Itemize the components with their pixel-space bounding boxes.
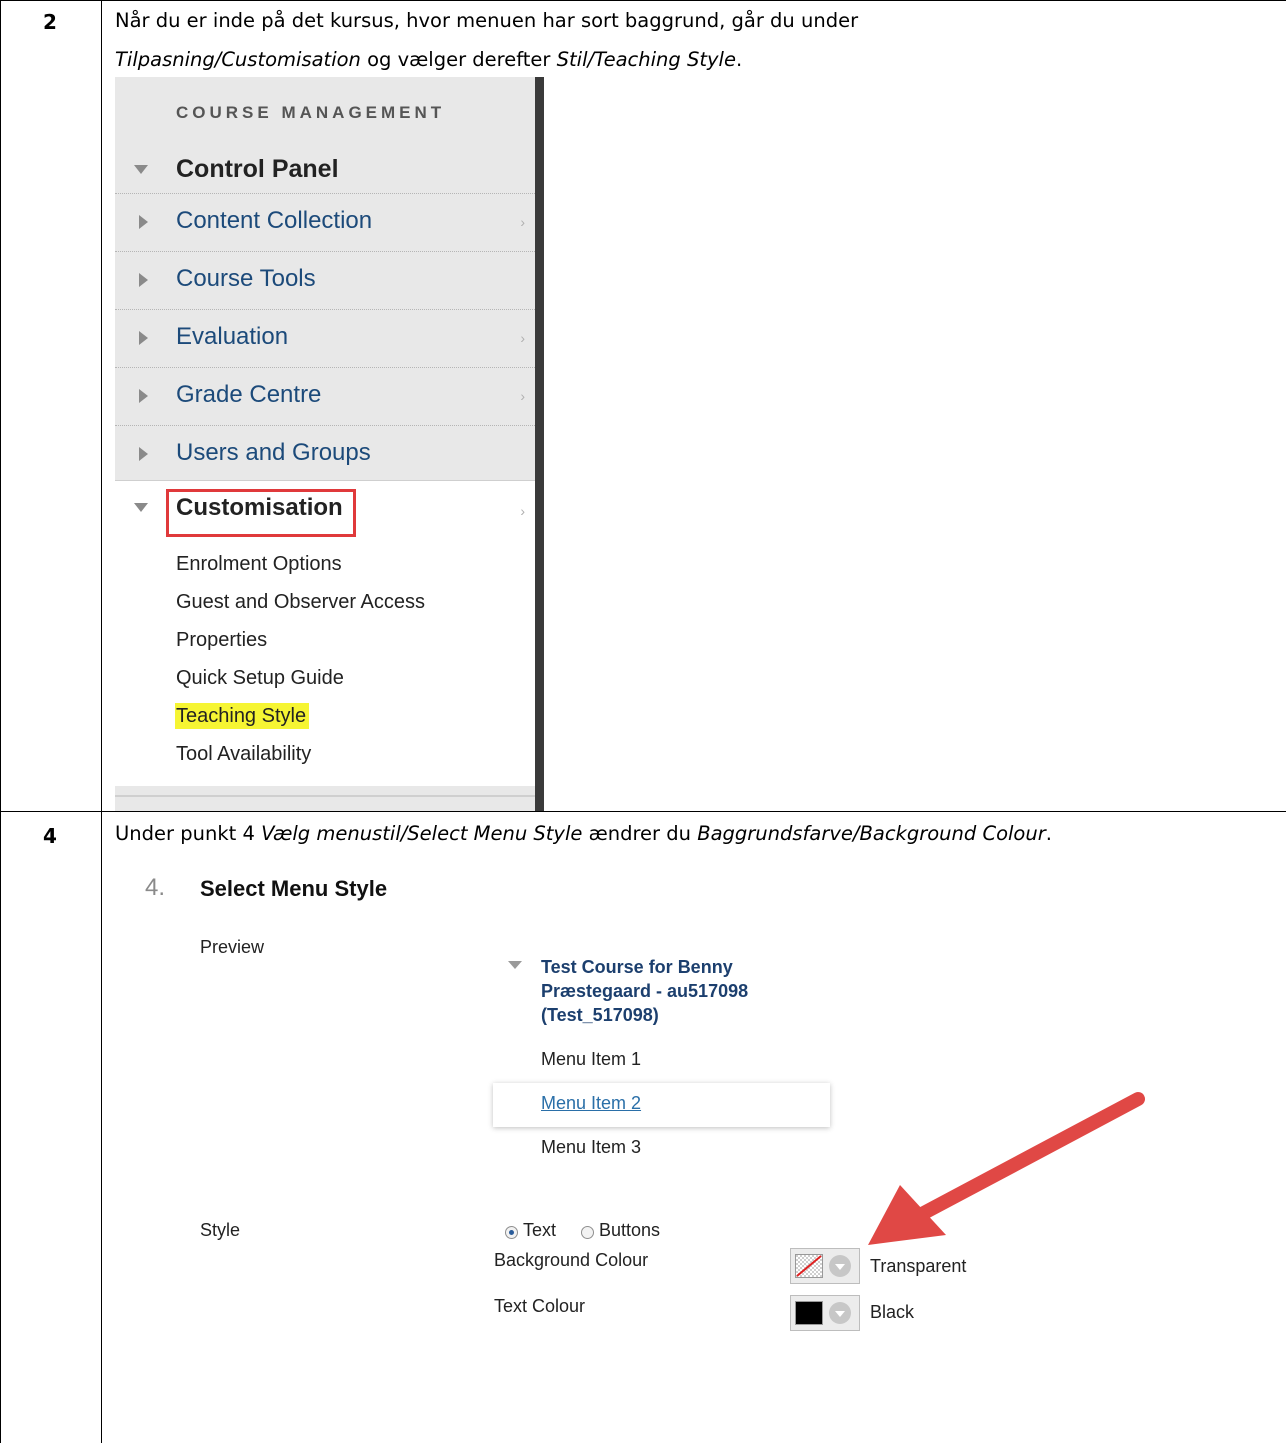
expand-triangle-icon [139,273,148,287]
radio-text-label: Text [523,1220,557,1240]
table-border-left [0,0,1,1443]
menu-item-customisation[interactable]: Customisation [176,494,343,522]
preview-course-name: Test Course for Benny Præstegaard - au51… [541,955,748,1027]
sub-item-properties[interactable]: Properties [176,627,267,653]
radio-text[interactable] [505,1226,518,1239]
chevron-right-icon: › [520,503,525,519]
text-colour-value: Black [870,1302,915,1322]
step-number: 4 [43,824,57,848]
radio-buttons-label: Buttons [599,1220,661,1240]
menu-item-label: Evaluation [176,323,289,350]
background-colour-picker[interactable] [790,1248,860,1284]
course-name-line: Test Course for Benny [541,957,733,977]
instruction-text: Under punkt 4 [115,822,262,845]
step-instruction: Under punkt 4 Vælg menustil/Select Menu … [115,819,1052,849]
instruction-italic: Vælg menustil/Select Menu Style [261,822,583,845]
collapse-triangle-icon [508,961,522,969]
instruction-text: ændrer du [582,822,698,845]
menu-item-course-tools[interactable]: Course Tools [115,251,535,309]
section-title: Select Menu Style [200,876,388,901]
transparent-pattern-icon [796,1255,822,1277]
style-label: Style [200,1220,241,1240]
menu-item-evaluation[interactable]: Evaluation › [115,309,535,367]
expand-triangle-icon [139,215,148,229]
menu-item-label: Grade Centre [176,381,322,408]
menu-item-content-collection[interactable]: Content Collection › [115,193,535,251]
chevron-down-icon [829,1255,851,1277]
expand-triangle-icon [139,389,148,403]
instruction-text: og vælger derefter [360,48,557,71]
sub-item-teaching-style[interactable]: Teaching Style [175,703,310,729]
instruction-italic: Baggrundsfarve/Background Colour [697,822,1046,845]
chevron-right-icon: › [520,214,525,230]
collapse-triangle-icon [134,503,148,512]
course-management-heading: COURSE MANAGEMENT [176,103,446,122]
step-instruction-line2: Tilpasning/Customisation og vælger deref… [115,45,742,75]
preview-menu-item: Menu Item 1 [541,1049,642,1069]
expand-triangle-icon [139,447,148,461]
sub-item-enrolment-options[interactable]: Enrolment Options [176,551,342,577]
annotation-arrow-icon [868,1092,1145,1245]
expand-triangle-icon [139,331,148,345]
instruction-text: . [735,48,743,71]
text-colour-label: Text Colour [494,1296,586,1316]
menu-item-label: Users and Groups [176,439,371,466]
table-row-divider [0,811,1286,812]
step-number: 2 [43,10,57,34]
course-name-line: Præstegaard - au517098 [541,981,749,1001]
table-border-top [0,0,1286,1]
section-number: 4. [145,874,166,901]
preview-menu-item: Menu Item 3 [541,1137,642,1157]
chevron-right-icon: › [520,388,525,404]
menu-item-label: Content Collection [176,207,373,234]
course-name-line: (Test_517098) [541,1005,659,1025]
instruction-text: Når du er inde på det kursus, hvor menue… [115,9,859,32]
instruction-italic: Stil/Teaching Style [556,48,736,71]
transparent-swatch-icon [795,1254,823,1278]
step-instruction-line1: Når du er inde på det kursus, hvor menue… [115,6,858,36]
table-column-divider [101,0,102,1443]
collapse-triangle-icon [134,165,148,174]
control-panel-header[interactable]: Control Panel [115,147,535,193]
course-management-menu: COURSE MANAGEMENT Control Panel Content … [115,77,544,811]
sub-item-guest-observer-access[interactable]: Guest and Observer Access [176,589,425,615]
text-colour-picker[interactable] [790,1295,860,1331]
radio-buttons[interactable] [581,1226,594,1239]
black-swatch-icon [795,1301,823,1325]
sub-item-tool-availability[interactable]: Tool Availability [176,741,311,767]
instruction-text: . [1045,822,1052,845]
background-colour-label: Background Colour [494,1250,649,1270]
chevron-right-icon: › [520,330,525,346]
chevron-down-icon [829,1302,851,1324]
instruction-italic: Tilpasning/Customisation [115,48,361,71]
menu-item-users-and-groups[interactable]: Users and Groups [115,425,535,483]
menu-item-grade-centre[interactable]: Grade Centre › [115,367,535,425]
customisation-section: Customisation › Enrolment Options Guest … [115,480,535,786]
preview-menu-item-link[interactable]: Menu Item 2 [541,1093,641,1114]
menu-item-label: Course Tools [176,265,316,292]
menu-dark-background-edge [535,77,544,811]
preview-label: Preview [200,937,265,957]
sub-item-quick-setup-guide[interactable]: Quick Setup Guide [176,665,344,691]
control-panel-label: Control Panel [176,155,339,183]
menu-bottom-divider [115,795,535,797]
